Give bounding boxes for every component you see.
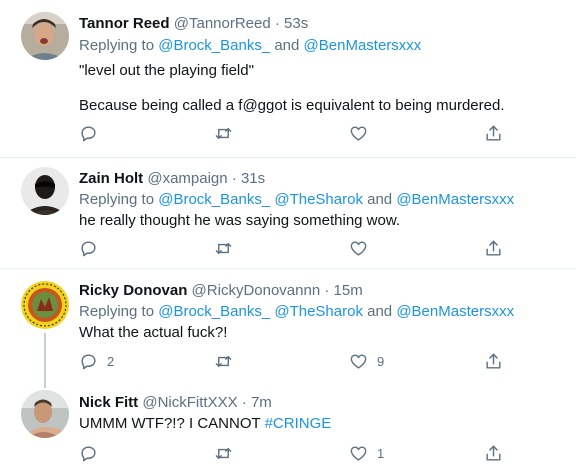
heart-icon bbox=[350, 446, 367, 461]
like-button[interactable] bbox=[349, 124, 368, 143]
retweet-icon bbox=[215, 356, 232, 367]
tweet-text: "level out the playing field" bbox=[79, 62, 254, 79]
reply-icon bbox=[81, 446, 96, 462]
timestamp[interactable]: 53s bbox=[284, 15, 308, 32]
heart-icon bbox=[350, 354, 367, 369]
heart-icon bbox=[350, 241, 367, 256]
tweet[interactable]: Tannor Reed @TannorReed · 53s Replying t… bbox=[0, 0, 576, 157]
share-button[interactable] bbox=[484, 444, 503, 463]
author-name[interactable]: Tannor Reed bbox=[79, 15, 170, 32]
separator-dot: · bbox=[241, 394, 247, 411]
mention-link[interactable]: @Brock_Banks_ bbox=[158, 37, 270, 54]
tweet[interactable]: Ricky Donovan @RickyDonovannn · 15m Repl… bbox=[0, 269, 576, 388]
like-count: 1 bbox=[377, 446, 385, 461]
retweet-icon bbox=[215, 128, 232, 139]
replying-to-label: Replying to bbox=[79, 191, 159, 208]
like-button[interactable]: 9 bbox=[349, 352, 384, 371]
mention-link[interactable]: @TheSharok bbox=[274, 303, 363, 320]
reply-button[interactable] bbox=[79, 444, 98, 463]
share-button[interactable] bbox=[484, 124, 503, 143]
retweet-button[interactable] bbox=[214, 444, 233, 463]
tweet[interactable]: Nick Fitt @NickFittXXX · 7m UMMM WTF?!? … bbox=[0, 384, 576, 476]
mention-link[interactable]: @BenMastersxxx bbox=[304, 37, 422, 54]
reply-button[interactable] bbox=[79, 239, 98, 258]
replying-to: Replying to @Brock_Banks_ @TheSharok and… bbox=[79, 190, 514, 210]
share-button[interactable] bbox=[484, 239, 503, 258]
replying-to-label: Replying to bbox=[79, 37, 159, 54]
tweet-text: he really thought he was saying somethin… bbox=[79, 212, 401, 229]
avatar[interactable] bbox=[21, 12, 69, 60]
share-icon bbox=[486, 240, 501, 256]
like-count: 9 bbox=[377, 354, 385, 369]
share-button[interactable] bbox=[484, 352, 503, 371]
separator-dot: · bbox=[274, 15, 280, 32]
retweet-icon bbox=[215, 243, 232, 254]
replying-to: Replying to @Brock_Banks_ @TheSharok and… bbox=[79, 302, 514, 322]
reply-button[interactable]: 2 bbox=[79, 352, 114, 371]
mention-link[interactable]: @BenMastersxxx bbox=[396, 303, 514, 320]
share-icon bbox=[486, 445, 501, 461]
mention-link[interactable]: @Brock_Banks_ bbox=[158, 191, 270, 208]
timestamp[interactable]: 31s bbox=[241, 170, 265, 187]
tweet-text: UMMM WTF?!? I CANNOT #CRINGE bbox=[79, 414, 331, 434]
tweet-text: Because being called a f@ggot is equival… bbox=[79, 97, 505, 114]
author-handle[interactable]: @xampaign bbox=[147, 170, 227, 187]
replying-to-label: Replying to bbox=[79, 303, 159, 320]
author-handle[interactable]: @RickyDonovannn bbox=[192, 282, 321, 299]
timestamp[interactable]: 7m bbox=[251, 394, 272, 411]
author-name[interactable]: Zain Holt bbox=[79, 170, 143, 187]
reply-button[interactable] bbox=[79, 124, 98, 143]
author-name[interactable]: Ricky Donovan bbox=[79, 282, 187, 299]
timestamp[interactable]: 15m bbox=[334, 282, 363, 299]
replying-and: and bbox=[362, 191, 397, 208]
avatar[interactable] bbox=[21, 281, 69, 329]
reply-count: 2 bbox=[107, 354, 115, 369]
separator-dot: · bbox=[324, 282, 330, 299]
retweet-button[interactable] bbox=[214, 239, 233, 258]
avatar[interactable] bbox=[21, 390, 69, 438]
replying-and: and bbox=[362, 303, 397, 320]
reply-icon bbox=[81, 354, 96, 370]
tweet-text: What the actual fuck?! bbox=[79, 324, 228, 341]
reply-icon bbox=[81, 241, 96, 257]
tweet-text-content: UMMM WTF?!? I CANNOT bbox=[79, 415, 265, 432]
heart-icon bbox=[350, 126, 367, 141]
separator-dot: · bbox=[231, 170, 237, 187]
hashtag-link[interactable]: #CRINGE bbox=[265, 415, 332, 432]
thread-connector bbox=[44, 333, 46, 388]
replying-and: and bbox=[270, 37, 304, 54]
mention-link[interactable]: @BenMastersxxx bbox=[396, 191, 514, 208]
reply-icon bbox=[81, 126, 96, 142]
retweet-button[interactable] bbox=[214, 352, 233, 371]
author-handle[interactable]: @NickFittXXX bbox=[142, 394, 237, 411]
share-icon bbox=[486, 125, 501, 141]
mention-link[interactable]: @Brock_Banks_ bbox=[158, 303, 270, 320]
mention-link[interactable]: @TheSharok bbox=[274, 191, 363, 208]
retweet-icon bbox=[215, 448, 232, 459]
tweet[interactable]: Zain Holt @xampaign · 31s Replying to @B… bbox=[0, 158, 576, 268]
like-button[interactable] bbox=[349, 239, 368, 258]
like-button[interactable]: 1 bbox=[349, 444, 384, 463]
share-icon bbox=[486, 353, 501, 369]
author-name[interactable]: Nick Fitt bbox=[79, 394, 138, 411]
avatar[interactable] bbox=[21, 167, 69, 215]
author-handle[interactable]: @TannorReed bbox=[174, 15, 271, 32]
retweet-button[interactable] bbox=[214, 124, 233, 143]
replying-to: Replying to @Brock_Banks_ and @BenMaster… bbox=[79, 36, 421, 56]
